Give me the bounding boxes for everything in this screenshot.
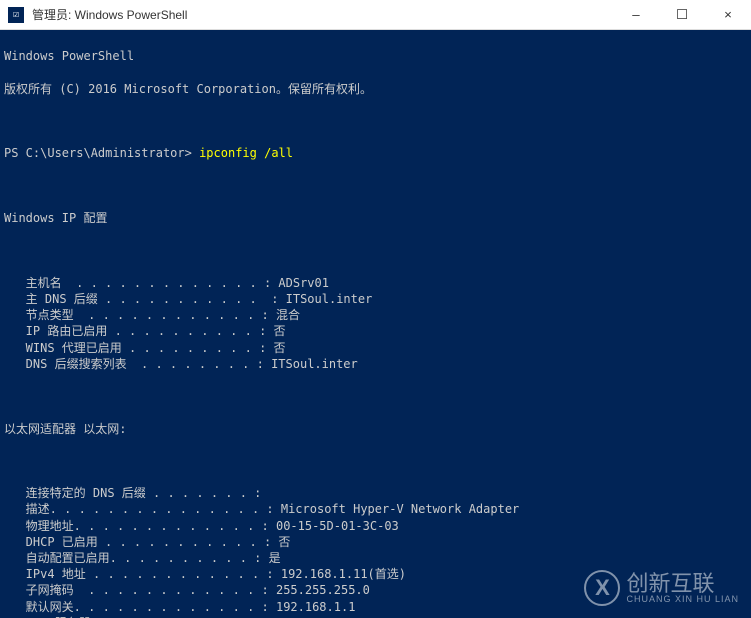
config-row: 主 DNS 后缀 . . . . . . . . . . . : ITSoul.… <box>4 291 747 307</box>
host-config-block: 主机名 . . . . . . . . . . . . . : ADSrv01 … <box>4 275 747 372</box>
watermark-main: 创新互联 <box>626 573 739 595</box>
window-title: 管理员: Windows PowerShell <box>32 6 613 23</box>
maximize-button[interactable]: ☐ <box>659 0 705 29</box>
config-row: 描述. . . . . . . . . . . . . . . : Micros… <box>4 501 747 517</box>
config-row: 主机名 . . . . . . . . . . . . . : ADSrv01 <box>4 275 747 291</box>
config-row: 连接特定的 DNS 后缀 . . . . . . . : <box>4 485 747 501</box>
minimize-button[interactable]: – <box>613 0 659 29</box>
config-row: IP 路由已启用 . . . . . . . . . . : 否 <box>4 323 747 339</box>
terminal-output[interactable]: Windows PowerShell 版权所有 (C) 2016 Microso… <box>0 30 751 618</box>
prompt-line: PS C:\Users\Administrator> ipconfig /all <box>4 145 747 161</box>
config-row: 自动配置已启用. . . . . . . . . . : 是 <box>4 550 747 566</box>
titlebar: ☑ 管理员: Windows PowerShell – ☐ × <box>0 0 751 30</box>
config-row: WINS 代理已启用 . . . . . . . . . : 否 <box>4 340 747 356</box>
adapter-title: 以太网适配器 以太网: <box>4 421 747 437</box>
config-row: DHCP 已启用 . . . . . . . . . . . : 否 <box>4 534 747 550</box>
header-line: Windows PowerShell <box>4 48 747 64</box>
config-row: 物理地址. . . . . . . . . . . . . : 00-15-5D… <box>4 518 747 534</box>
config-row: DNS 后缀搜索列表 . . . . . . . . : ITSoul.inte… <box>4 356 747 372</box>
copyright-line: 版权所有 (C) 2016 Microsoft Corporation。保留所有… <box>4 81 747 97</box>
powershell-icon: ☑ <box>8 7 24 23</box>
watermark: X 创新互联 CHUANG XIN HU LIAN <box>584 570 739 606</box>
section-title: Windows IP 配置 <box>4 210 747 226</box>
config-row: 节点类型 . . . . . . . . . . . . : 混合 <box>4 307 747 323</box>
window-controls: – ☐ × <box>613 0 751 29</box>
watermark-sub: CHUANG XIN HU LIAN <box>626 595 739 604</box>
command-text: ipconfig /all <box>199 146 293 160</box>
watermark-logo: X <box>584 570 620 606</box>
close-button[interactable]: × <box>705 0 751 29</box>
